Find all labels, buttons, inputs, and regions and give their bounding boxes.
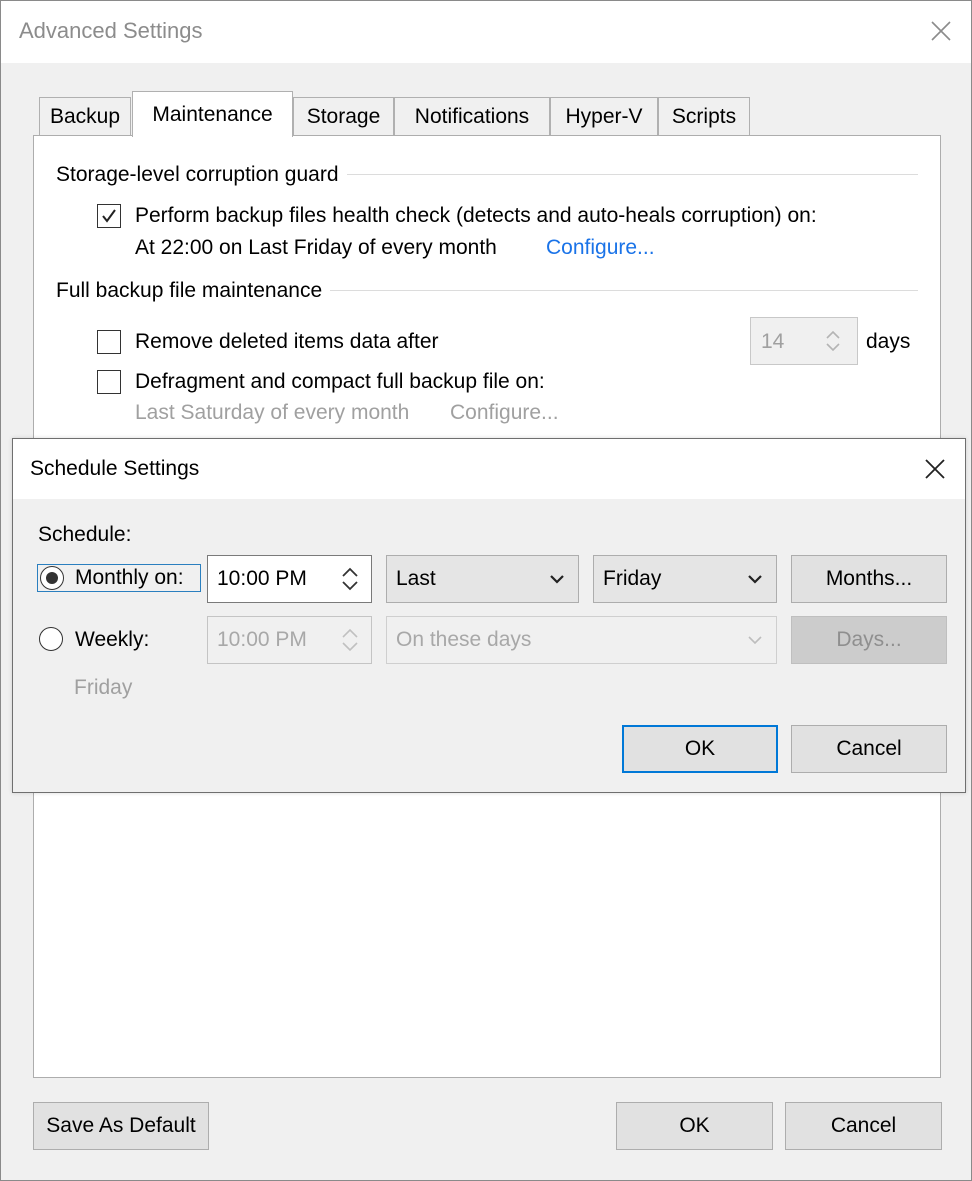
window-title: Advanced Settings (19, 18, 203, 43)
monthly-label: Monthly on: (75, 566, 184, 589)
months-button[interactable]: Months... (791, 555, 947, 603)
chevron-down-icon (550, 575, 564, 584)
dialog-ok-button[interactable]: OK (622, 725, 778, 773)
days-value: 14 (761, 330, 785, 353)
save-as-default-button[interactable]: Save As Default (33, 1102, 209, 1150)
close-icon (925, 459, 945, 479)
tab-hyper-v[interactable]: Hyper-V (550, 97, 658, 135)
chevron-up-icon[interactable] (341, 566, 359, 579)
remove-deleted-checkbox[interactable] (97, 330, 121, 354)
tab-maintenance[interactable]: Maintenance (132, 91, 293, 137)
corruption-guard-group-label: Storage-level corruption guard (56, 163, 347, 187)
day-dropdown[interactable]: Friday (593, 555, 777, 603)
window-close-button[interactable] (921, 11, 961, 51)
weekly-time-value: 10:00 PM (217, 628, 307, 651)
days-unit-label: days (866, 330, 911, 353)
chevron-down-icon (748, 575, 762, 584)
health-check-configure-link[interactable]: Configure... (546, 236, 655, 260)
dialog-close-button[interactable] (915, 449, 955, 489)
window-titlebar: Advanced Settings (1, 1, 971, 63)
close-icon (931, 21, 951, 41)
health-check-checkbox[interactable] (97, 204, 121, 228)
defragment-schedule: Last Saturday of every month (135, 401, 410, 424)
weekly-radio[interactable] (39, 627, 63, 651)
weekly-label: Weekly: (75, 628, 150, 651)
checkmark-icon (102, 209, 116, 223)
tab-storage[interactable]: Storage (293, 97, 394, 135)
chevron-down-icon[interactable] (825, 341, 841, 353)
remove-deleted-label: Remove deleted items data after (135, 330, 439, 353)
monthly-time-picker[interactable]: 10:00 PM (207, 555, 372, 603)
defragment-label: Defragment and compact full backup file … (135, 370, 545, 393)
chevron-down-icon (748, 636, 762, 645)
radio-selected-dot (46, 572, 58, 584)
monthly-radio-focus[interactable]: Monthly on: (37, 564, 201, 592)
dialog-title: Schedule Settings (30, 457, 200, 480)
defragment-configure-link[interactable]: Configure... (450, 401, 559, 425)
occurrence-dropdown[interactable]: Last (386, 555, 579, 603)
tab-scripts[interactable]: Scripts (658, 97, 750, 135)
monthly-radio[interactable] (40, 566, 64, 590)
tab-backup[interactable]: Backup (39, 97, 131, 135)
health-check-label: Perform backup files health check (detec… (135, 204, 817, 227)
day-value: Friday (603, 567, 662, 590)
tab-notifications[interactable]: Notifications (394, 97, 550, 135)
cancel-button[interactable]: Cancel (785, 1102, 942, 1150)
chevron-down-icon[interactable] (341, 579, 359, 592)
ok-button[interactable]: OK (616, 1102, 773, 1150)
dialog-titlebar: Schedule Settings (13, 439, 965, 499)
remove-deleted-days-spinner[interactable]: 14 (750, 317, 858, 365)
chevron-down-icon[interactable] (341, 640, 359, 653)
weekly-time-picker[interactable]: 10:00 PM (207, 616, 372, 664)
schedule-label: Schedule: (38, 523, 132, 546)
defragment-checkbox[interactable] (97, 370, 121, 394)
days-button[interactable]: Days... (791, 616, 947, 664)
monthly-time-value: 10:00 PM (217, 567, 307, 590)
occurrence-value: Last (396, 567, 436, 590)
weekly-summary: Friday (74, 676, 133, 699)
weekly-days-value: On these days (396, 628, 532, 651)
weekly-days-dropdown[interactable]: On these days (386, 616, 777, 664)
schedule-settings-dialog: Schedule Settings Schedule: Monthly on: … (12, 438, 966, 793)
chevron-up-icon[interactable] (341, 627, 359, 640)
dialog-cancel-button[interactable]: Cancel (791, 725, 947, 773)
health-check-schedule: At 22:00 on Last Friday of every month (135, 236, 497, 259)
full-backup-group-label: Full backup file maintenance (56, 279, 331, 303)
chevron-up-icon[interactable] (825, 329, 841, 341)
